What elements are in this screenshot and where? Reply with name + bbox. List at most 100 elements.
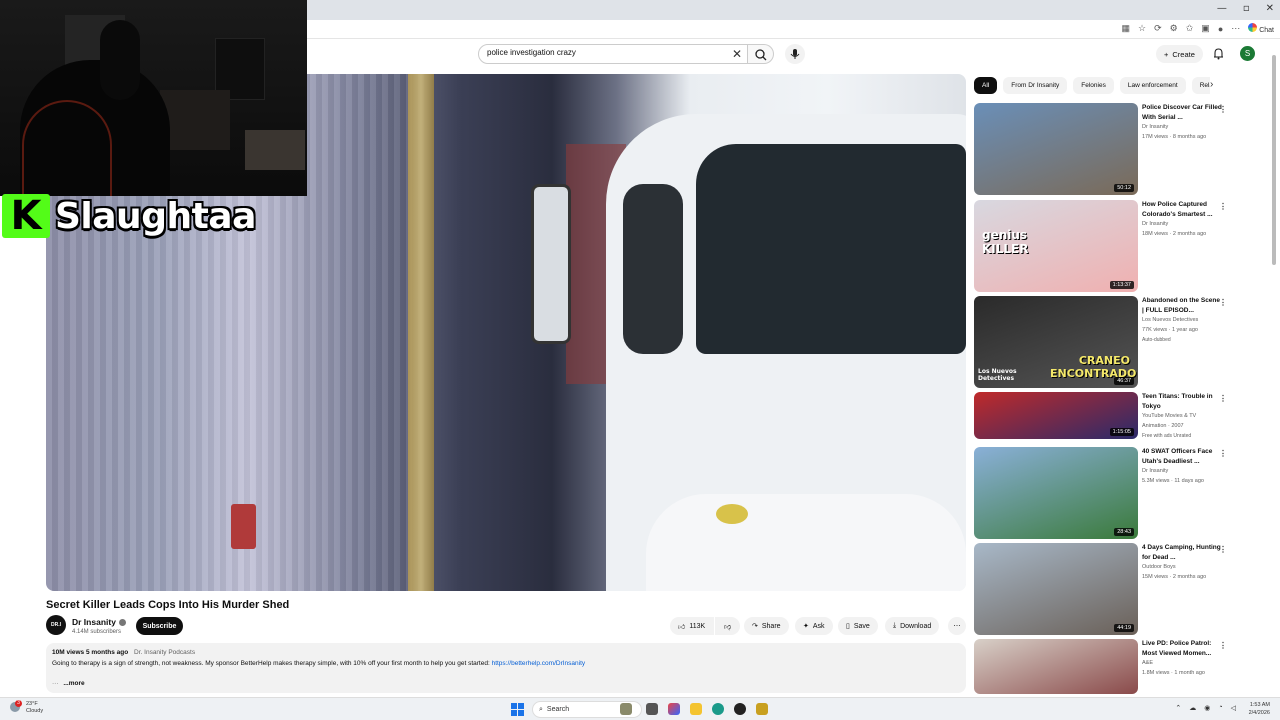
star-icon[interactable]: ☆ (1138, 23, 1146, 34)
notifications-bell-icon[interactable] (1212, 47, 1225, 60)
related-video-channel[interactable]: Dr Insanity (1142, 124, 1168, 130)
related-video-thumbnail[interactable]: 44:19 (974, 543, 1138, 635)
widgets-app-icon[interactable] (620, 703, 632, 715)
more-vert-icon[interactable]: ⋮ (1219, 545, 1227, 554)
search-button[interactable] (748, 44, 774, 64)
save-label: Save (853, 622, 870, 630)
download-button[interactable]: ⤓ Download (885, 617, 940, 635)
chip-all[interactable]: All (974, 77, 998, 94)
location-icon[interactable]: ◉ (1204, 704, 1210, 712)
subscribe-button[interactable]: Subscribe (136, 617, 183, 635)
chip-from-dr-insanity[interactable]: From Dr Insanity (1003, 77, 1068, 94)
ask-button[interactable]: ✦ Ask (795, 617, 833, 635)
collections-icon[interactable]: ▣ (1201, 23, 1210, 34)
related-video-title[interactable]: Abandoned on the Scene | FULL EPISOD... (1142, 296, 1222, 315)
related-video-item[interactable]: Live PD: Police Patrol: Most Viewed Mome… (974, 639, 1234, 694)
share-button[interactable]: ↷ Share (744, 617, 789, 635)
show-more-button[interactable]: ··· ...more (52, 680, 85, 687)
related-video-thumbnail[interactable]: 28:43 (974, 447, 1138, 539)
copilot-chat-button[interactable]: Chat (1248, 23, 1274, 34)
related-video-channel[interactable]: Dr Insanity (1142, 221, 1168, 227)
windows-start-icon[interactable] (511, 703, 524, 716)
related-video-item[interactable]: 1:15:05 Teen Titans: Trouble in Tokyo YouT… (974, 392, 1234, 439)
more-vert-icon[interactable]: ⋮ (1219, 105, 1227, 114)
like-button[interactable]: 👍︎ 113K (670, 617, 714, 635)
more-actions-button[interactable]: ⋯ (948, 617, 966, 635)
description-body: Going to therapy is a sign of strength, … (52, 660, 492, 667)
extension-icon[interactable]: ⚙ (1170, 23, 1178, 34)
close-window-button[interactable]: ✕ (1266, 3, 1274, 14)
related-video-thumbnail[interactable]: genius KILLER 1:13:37 (974, 200, 1138, 292)
related-video-title[interactable]: Live PD: Police Patrol: Most Viewed Mome… (1142, 639, 1222, 658)
related-video-item[interactable]: 28:43 40 SWAT Officers Face Utah's Deadli… (974, 447, 1234, 539)
related-video-channel[interactable]: Dr Insanity (1142, 468, 1168, 474)
more-vert-icon[interactable]: ⋮ (1219, 641, 1227, 650)
chip-related[interactable]: Rela (1191, 77, 1210, 94)
grid-icon[interactable]: ▦ (1122, 23, 1131, 34)
related-video-channel[interactable]: A&E (1142, 660, 1153, 666)
related-video-thumbnail[interactable] (974, 639, 1138, 694)
related-video-channel[interactable]: Los Nuevos Detectives (1142, 317, 1198, 323)
wifi-icon[interactable]: ◔ (1218, 704, 1222, 712)
favorites-icon[interactable]: ✩ (1186, 23, 1194, 34)
search-input[interactable] (487, 48, 727, 57)
minimize-button[interactable]: — (1217, 3, 1227, 14)
related-video-title[interactable]: 40 SWAT Officers Face Utah's Deadliest .… (1142, 447, 1222, 466)
related-video-thumbnail[interactable]: 1:15:05 (974, 392, 1138, 439)
related-video-channel[interactable]: Outdoor Boys (1142, 564, 1176, 570)
related-video-item[interactable]: 44:19 4 Days Camping, Hunting for Dead ..… (974, 543, 1234, 635)
related-video-title[interactable]: How Police Captured Colorado's Smartest … (1142, 200, 1222, 219)
user-avatar[interactable]: S (1240, 46, 1255, 61)
podcast-tag[interactable]: Dr. Insanity Podcasts (134, 649, 195, 656)
maximize-button[interactable]: ▫ (1243, 3, 1250, 14)
sponsor-link[interactable]: https://betterhelp.com/DrInsanity (492, 660, 586, 667)
more-vert-icon[interactable]: ⋮ (1219, 298, 1227, 307)
related-video-title[interactable]: 4 Days Camping, Hunting for Dead ... (1142, 543, 1222, 562)
related-video-item[interactable]: genius KILLER 1:13:37 How Police Captured … (974, 200, 1234, 292)
edge-browser-icon[interactable] (712, 703, 724, 715)
related-video-thumbnail[interactable]: CRANEO ENCONTRADO Los Nuevos Detectives 46… (974, 296, 1138, 388)
chevron-up-icon[interactable]: ⌃ (1175, 704, 1181, 712)
views-and-age: 10M views 5 months ago (52, 649, 129, 656)
save-button[interactable]: ▯ Save (838, 617, 878, 635)
create-button[interactable]: + Create (1156, 45, 1203, 63)
dislike-button[interactable]: 👎︎ (715, 617, 740, 635)
pinned-app-icon[interactable] (756, 703, 768, 715)
voice-search-button[interactable] (785, 44, 805, 64)
more-vert-icon[interactable]: ⋮ (1219, 449, 1227, 458)
related-video-title[interactable]: Police Discover Car Filled With Serial .… (1142, 103, 1222, 122)
clear-search-icon[interactable]: ✕ (732, 47, 742, 61)
more-vert-icon[interactable]: ⋮ (1219, 394, 1227, 403)
chip-felonies[interactable]: Felonies (1073, 77, 1114, 94)
clock[interactable]: 1:53 AM 2/4/2026 (1249, 701, 1270, 717)
search-box[interactable]: ✕ (478, 44, 748, 64)
chevron-right-icon[interactable]: › (1210, 79, 1213, 90)
related-video-channel[interactable]: YouTube Movies & TV (1142, 413, 1196, 419)
chat-label: Chat (1259, 27, 1274, 34)
volume-icon[interactable]: ◁ (1231, 704, 1236, 712)
browser-toolbar: ▦ ☆ ⟳ ⚙ ✩ ▣ ● ⋯ Chat (307, 20, 1280, 39)
related-video-item[interactable]: 50:12 Police Discover Car Filled With Ser… (974, 103, 1234, 195)
more-vert-icon[interactable]: ⋮ (1219, 202, 1227, 211)
refresh-icon[interactable]: ⟳ (1154, 23, 1162, 34)
task-view-icon[interactable] (646, 703, 658, 715)
more-icon[interactable]: ⋯ (1231, 23, 1240, 34)
channel-avatar[interactable]: DR.I (46, 615, 66, 635)
copilot-app-icon[interactable] (668, 703, 680, 715)
video-frame-floor-object (231, 504, 256, 549)
chip-law-enforcement[interactable]: Law enforcement (1119, 77, 1186, 94)
related-video-item[interactable]: CRANEO ENCONTRADO Los Nuevos Detectives 46… (974, 296, 1234, 388)
toolbar-icons: ▦ ☆ ⟳ ⚙ ✩ ▣ ● ⋯ Chat (1122, 23, 1274, 34)
scrollbar-thumb[interactable] (1272, 55, 1276, 265)
profile-icon[interactable]: ● (1218, 24, 1223, 34)
related-video-thumbnail[interactable]: 50:12 (974, 103, 1138, 195)
verified-icon (118, 619, 126, 627)
channel-name-link[interactable]: Dr Insanity (72, 617, 126, 627)
onedrive-icon[interactable]: ☁ (1189, 704, 1196, 712)
weather-widget[interactable]: 3 23°F Cloudy (10, 700, 43, 715)
related-video-title[interactable]: Teen Titans: Trouble in Tokyo (1142, 392, 1222, 411)
obs-app-icon[interactable] (734, 703, 746, 715)
page-scrollbar[interactable] (1270, 45, 1278, 695)
file-explorer-icon[interactable] (690, 703, 702, 715)
description-box[interactable]: 10M views 5 months ago Dr. Insanity Podc… (46, 643, 966, 693)
